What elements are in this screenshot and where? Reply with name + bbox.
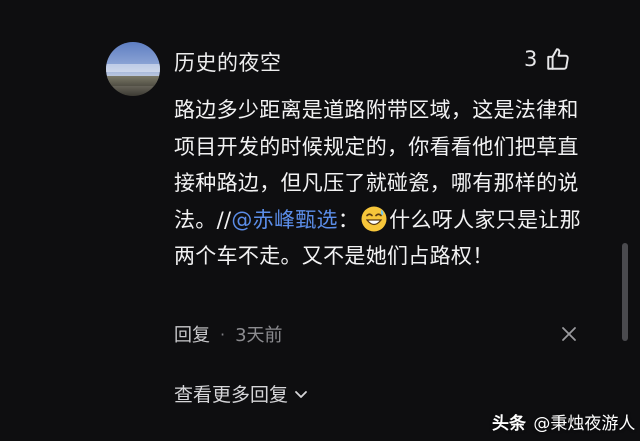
reply-button[interactable]: 回复	[174, 321, 210, 347]
watermark-author: @秉烛夜游人	[533, 414, 636, 434]
scrollbar[interactable]	[622, 243, 628, 341]
grinning-sweat-emoji-icon	[361, 206, 387, 231]
username[interactable]: 历史的夜空	[174, 47, 282, 77]
watermark-brand: 头条	[492, 414, 526, 434]
like-count: 3	[524, 47, 538, 71]
comment-text: 路边多少距离是道路附带区域，这是法律和项目开发的时候规定的，你看看他们把草直接种…	[174, 92, 594, 275]
thumbs-up-icon[interactable]	[545, 46, 571, 72]
meta-separator: ·	[220, 324, 226, 344]
timestamp: 3天前	[235, 325, 283, 346]
comment-text-part2: ：	[337, 207, 360, 232]
view-more-replies-button[interactable]: 查看更多回复	[174, 380, 310, 407]
watermark: 头条 @秉烛夜游人	[492, 409, 635, 434]
mention-link[interactable]: @赤峰甄选	[231, 208, 338, 232]
like-button[interactable]: 3	[524, 46, 571, 72]
close-icon[interactable]	[560, 325, 578, 343]
avatar[interactable]	[106, 42, 160, 96]
view-more-replies-label: 查看更多回复	[174, 384, 289, 406]
comment-meta: 回复 · 3天前	[174, 321, 283, 347]
chevron-down-icon	[295, 390, 307, 398]
